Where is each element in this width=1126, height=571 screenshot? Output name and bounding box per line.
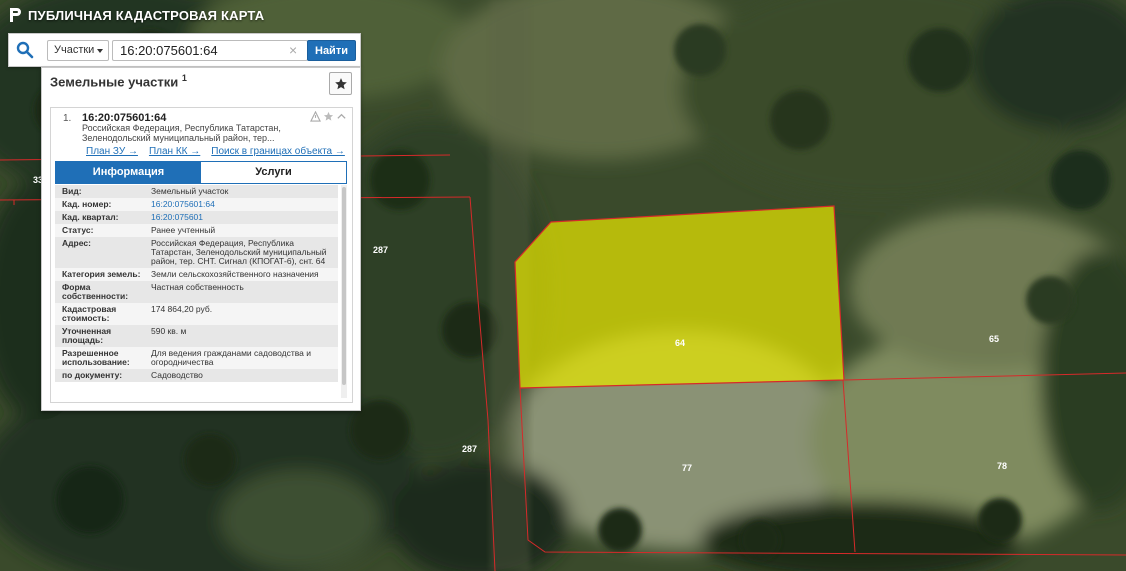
property-key: Уточненная площадь:	[62, 326, 112, 345]
property-key: Статус:	[62, 225, 94, 235]
property-value: Земельный участок	[151, 186, 229, 196]
app-logo-icon	[10, 8, 21, 22]
property-value: Частная собственность	[151, 282, 244, 292]
tab-information[interactable]: Информация	[56, 162, 201, 183]
info-tabs: Информация Услуги	[55, 161, 347, 184]
result-index: 1.	[63, 113, 72, 124]
parcel-label-65: 65	[989, 334, 999, 344]
property-key: Адрес:	[62, 238, 91, 248]
parcel-label-287-bottom: 287	[462, 444, 477, 454]
property-row: Кад. номер: 16:20:075601:64	[55, 198, 338, 211]
chevron-up-icon[interactable]	[336, 111, 347, 122]
property-row: Кадастровая стоимость: 174 864,20 руб.	[55, 303, 338, 325]
property-value: Ранее учтенный	[151, 225, 216, 235]
property-key: Категория земель:	[62, 269, 141, 279]
favorites-button[interactable]	[329, 72, 352, 95]
property-row: Статус: Ранее учтенный	[55, 224, 338, 237]
app-title: ПУБЛИЧНАЯ КАДАСТРОВАЯ КАРТА	[28, 7, 265, 23]
clear-icon[interactable]: ×	[289, 42, 297, 58]
panel-title: Земельные участки 1	[50, 73, 187, 89]
property-key: Форма собственности:	[62, 282, 129, 301]
parcel-label-287-top: 287	[373, 245, 388, 255]
result-links: План ЗУ → План КК → Поиск в границах объ…	[86, 146, 345, 157]
star-icon[interactable]	[323, 111, 334, 122]
property-value[interactable]: 16:20:075601:64	[151, 200, 338, 209]
result-address: Российская Федерация, Республика Татарст…	[82, 123, 281, 143]
link-search-in-bounds[interactable]: Поиск в границах объекта →	[211, 146, 345, 157]
chevron-down-icon	[97, 49, 103, 53]
link-plan-zu[interactable]: План ЗУ →	[86, 146, 138, 157]
property-value: 590 кв. м	[151, 326, 187, 336]
property-key: Разрешенное использование:	[62, 348, 130, 367]
property-value[interactable]: 16:20:075601	[151, 213, 338, 222]
parcel-label-64: 64	[675, 338, 685, 348]
app-header: ПУБЛИЧНАЯ КАДАСТРОВАЯ КАРТА	[8, 6, 264, 24]
parcel-label-77: 77	[682, 463, 692, 473]
tab-services[interactable]: Услуги	[201, 162, 346, 183]
find-button[interactable]: Найти	[307, 40, 356, 61]
property-key: Кад. номер:	[62, 199, 112, 209]
property-key: Кадастровая стоимость:	[62, 304, 117, 323]
properties-table: Вид: Земельный участок Кад. номер: 16:20:07…	[55, 185, 338, 398]
result-tools	[310, 110, 347, 122]
property-row: Кад. квартал: 16:20:075601	[55, 211, 338, 224]
result-card: 1. 16:20:075601:64 Российская Федерация,…	[50, 107, 353, 403]
parcel-label-78: 78	[997, 461, 1007, 471]
search-bar: Участки × Найти	[8, 33, 361, 67]
panel-title-text: Земельные участки	[50, 74, 179, 90]
results-panel: Земельные участки 1 1. 16:20:075601:64 Р…	[41, 67, 361, 411]
property-row: Форма собственности: Частная собственност…	[55, 281, 338, 303]
property-row: Уточненная площадь: 590 кв. м	[55, 325, 338, 347]
property-value: Садоводство	[151, 370, 203, 380]
star-icon	[334, 77, 347, 89]
property-row: Разрешенное использование: Для ведения гр…	[55, 347, 338, 369]
property-row: Вид: Земельный участок	[55, 185, 338, 198]
layer-select-value: Участки	[54, 44, 95, 56]
results-count: 1	[181, 73, 187, 83]
property-key: Кад. квартал:	[62, 212, 119, 222]
property-key: по документу:	[62, 370, 123, 380]
scrollbar-thumb[interactable]	[342, 187, 346, 385]
property-value: 174 864,20 руб.	[151, 304, 213, 314]
link-plan-kk[interactable]: План КК →	[149, 146, 200, 157]
property-row: Категория земель: Земли сельскохозяйствен…	[55, 268, 338, 281]
property-value: Для ведения гражданами садоводства и ого…	[151, 348, 312, 367]
property-row: Адрес: Российская Федерация, Республика Т…	[55, 237, 338, 268]
search-icon[interactable]	[16, 41, 34, 59]
search-input[interactable]	[112, 40, 308, 61]
property-row: по документу: Садоводство	[55, 369, 338, 382]
property-value: Земли сельскохозяйственного назначения	[151, 269, 319, 279]
warning-icon[interactable]	[310, 110, 321, 122]
selected-parcel-64[interactable]	[514, 205, 845, 389]
property-value: Российская Федерация, Республика Татарст…	[151, 238, 327, 266]
property-key: Вид:	[62, 186, 82, 196]
layer-select[interactable]: Участки	[47, 40, 109, 61]
